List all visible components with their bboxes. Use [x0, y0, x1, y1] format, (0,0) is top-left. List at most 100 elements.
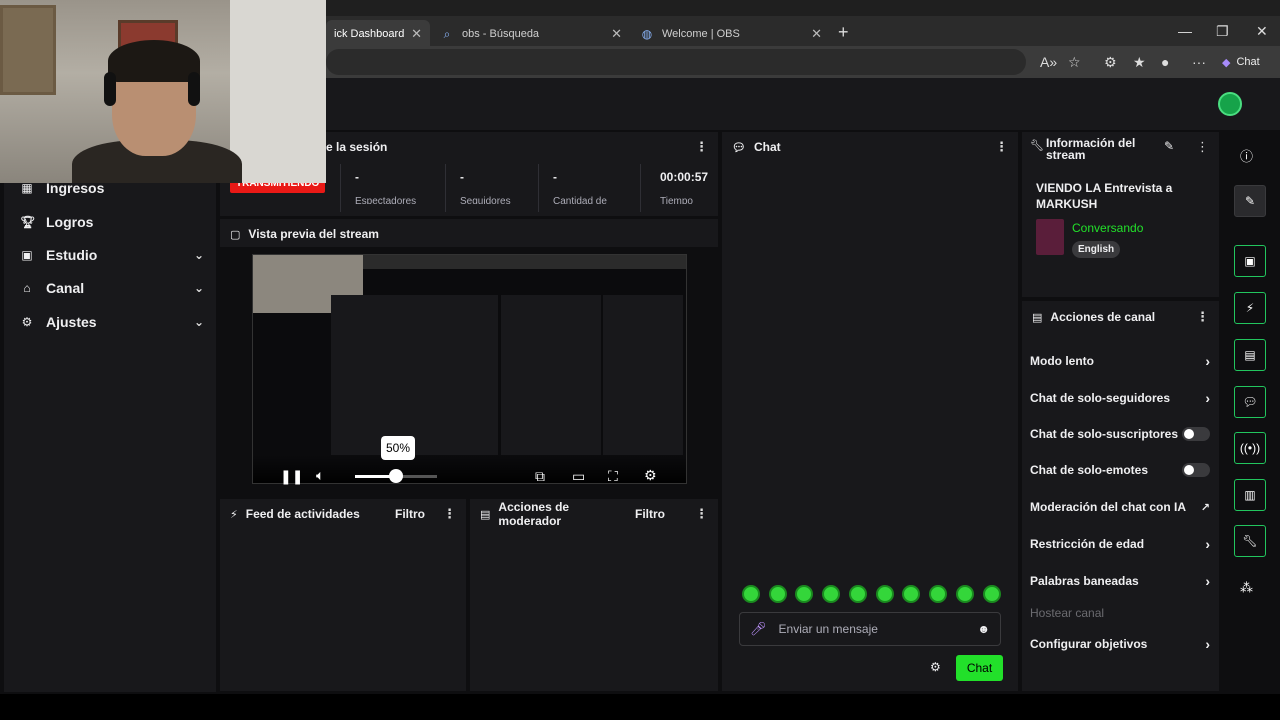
category-link[interactable]: Conversando	[1072, 221, 1143, 235]
broadcast-button[interactable]: ((•))	[1234, 432, 1266, 464]
microphone-icon[interactable]: 🎤︎	[750, 621, 767, 637]
pause-icon[interactable]: ❚❚	[280, 468, 303, 485]
action-age-restriction[interactable]: Restricción de edad ›	[1030, 536, 1210, 552]
emote-icon[interactable]	[876, 585, 894, 603]
more-options-icon[interactable]: ⋮	[1196, 309, 1209, 325]
action-label: Palabras baneadas	[1030, 574, 1139, 588]
preview-actions	[603, 295, 683, 455]
chat-button-label: Chat	[1236, 56, 1260, 68]
picture-in-picture-icon[interactable]: ⧉	[535, 468, 545, 485]
emote-icon[interactable]	[769, 585, 787, 603]
amount-label: Cantidad de	[553, 196, 607, 204]
more-options-icon[interactable]: ⋮	[1196, 139, 1209, 155]
avatar[interactable]	[1218, 92, 1242, 116]
more-options-icon[interactable]: ⋮	[695, 506, 708, 522]
new-tab-button[interactable]: +	[838, 22, 849, 43]
followers-label: Seguidores	[460, 196, 511, 204]
emote-icon[interactable]	[929, 585, 947, 603]
feed-title: Feed de actividades	[245, 507, 360, 521]
tools-button[interactable]: 🔧︎	[1234, 525, 1266, 557]
tab-welcome-obs[interactable]: ◍ Welcome | OBS ✕	[632, 20, 830, 48]
stream-preview[interactable]	[252, 254, 687, 484]
chat-message-input[interactable]: 🎤︎ Enviar un mensaje ☻	[739, 612, 1001, 646]
tag-pill[interactable]: English	[1072, 241, 1121, 258]
profile-icon[interactable]: ●	[1161, 54, 1169, 70]
emote-icon[interactable]	[902, 585, 920, 603]
close-icon[interactable]: ✕	[611, 26, 622, 42]
filter-button[interactable]: Filtro	[635, 507, 665, 521]
emote-icon[interactable]	[742, 585, 760, 603]
filter-button[interactable]: Filtro	[395, 507, 425, 521]
emote-icon[interactable]	[795, 585, 813, 603]
tab-dashboard[interactable]: ick Dashboard ✕	[326, 20, 430, 48]
broadcast-icon: ((•))	[1239, 441, 1261, 455]
uptime-value: 00:00:57	[660, 170, 709, 184]
headphone-right	[188, 72, 200, 106]
actions-icon: ▤	[1032, 311, 1043, 324]
copilot-chat-button[interactable]: ◆ Chat	[1222, 51, 1260, 73]
chat-button[interactable]: 💬︎	[1234, 386, 1266, 418]
quick-action-button[interactable]: ⚡︎	[1234, 292, 1266, 324]
extensions-icon[interactable]: ⁂	[1240, 580, 1253, 596]
session-title: e la sesión	[326, 140, 388, 154]
emoji-icon[interactable]: ☻	[977, 622, 990, 636]
settings-icon[interactable]: ⚙	[644, 467, 657, 484]
globe-icon: ◍	[641, 27, 653, 41]
edit-stream-button[interactable]: ✎	[1234, 185, 1266, 217]
action-banned-words[interactable]: Palabras baneadas ›	[1030, 573, 1210, 589]
sidebar-item-ajustes[interactable]: ⚙ Ajustes ⌄	[20, 314, 204, 330]
clip-button[interactable]: ▣	[1234, 245, 1266, 277]
category-thumbnail[interactable]	[1036, 219, 1064, 255]
chat-placeholder: Enviar un mensaje	[778, 622, 878, 636]
more-options-icon[interactable]: ⋮	[995, 139, 1008, 155]
chat-settings-icon[interactable]: ⚙	[930, 660, 941, 674]
volume-handle[interactable]	[389, 469, 403, 483]
more-icon[interactable]: ···	[1192, 54, 1206, 70]
preview-title: Vista previa del stream	[248, 227, 379, 241]
subscribers-only-toggle[interactable]	[1182, 427, 1210, 441]
favorite-star-icon[interactable]: ☆	[1068, 54, 1081, 71]
emote-icon[interactable]	[822, 585, 840, 603]
action-ai-moderation[interactable]: Moderación del chat con IA ↗	[1030, 500, 1210, 514]
action-followers-only[interactable]: Chat de solo-seguidores ›	[1030, 390, 1210, 406]
chat-send-button[interactable]: Chat	[956, 655, 1003, 681]
minimize-icon[interactable]: —	[1178, 16, 1192, 46]
sidebar-item-label: Estudio	[46, 247, 98, 263]
volume-icon[interactable]: 🔈︎	[316, 467, 324, 484]
sidebar-item-canal[interactable]: ⌂ Canal ⌄	[20, 280, 204, 296]
favorites-icon[interactable]: ★	[1133, 54, 1146, 71]
mod-actions-header: ▤ Acciones de moderador Filtro ⋮	[470, 499, 718, 529]
close-icon[interactable]: ✕	[811, 26, 822, 42]
more-options-icon[interactable]: ⋮	[695, 139, 708, 155]
chat-header: 💬︎ Chat ⋮	[722, 132, 1018, 162]
action-slow-mode[interactable]: Modo lento ›	[1030, 353, 1210, 369]
tab-obs-search[interactable]: ⌕ obs - Búsqueda ✕	[432, 20, 630, 48]
notes-button[interactable]: ▤	[1234, 339, 1266, 371]
edit-icon[interactable]: ✎	[1164, 139, 1174, 153]
volume-slider[interactable]	[355, 469, 437, 483]
sidebar-item-label: Ajustes	[46, 314, 97, 330]
emote-icon[interactable]	[956, 585, 974, 603]
fullscreen-icon[interactable]: ⛶	[608, 468, 618, 485]
read-aloud-icon[interactable]: A»	[1040, 54, 1057, 70]
chevron-right-icon: ›	[1205, 573, 1210, 589]
more-options-icon[interactable]: ⋮	[443, 506, 456, 522]
sidebar-item-estudio[interactable]: ▣ Estudio ⌄	[20, 247, 204, 263]
layout-button[interactable]: ▥	[1234, 479, 1266, 511]
info-icon[interactable]: ⓘ	[1240, 146, 1253, 165]
wrench-icon: 🔧︎	[1030, 140, 1044, 152]
close-icon[interactable]: ✕	[411, 26, 422, 42]
emotes-only-toggle[interactable]	[1182, 463, 1210, 477]
maximize-icon[interactable]: ❐	[1216, 16, 1229, 46]
theatre-mode-icon[interactable]: ▭	[572, 468, 585, 485]
chevron-down-icon: ⌄	[193, 248, 204, 262]
emote-icon[interactable]	[983, 585, 1001, 603]
url-field[interactable]	[326, 49, 1026, 75]
channel-actions-header: ▤ Acciones de canal ⋮	[1022, 301, 1219, 333]
action-set-goals[interactable]: Configurar objetivos ›	[1030, 636, 1210, 652]
extensions-icon[interactable]: ⚙	[1104, 54, 1117, 71]
viewers-value: -	[355, 170, 359, 184]
close-window-icon[interactable]: ✕	[1256, 16, 1268, 46]
sidebar-item-logros[interactable]: 🏆︎ Logros	[20, 214, 204, 230]
emote-icon[interactable]	[849, 585, 867, 603]
